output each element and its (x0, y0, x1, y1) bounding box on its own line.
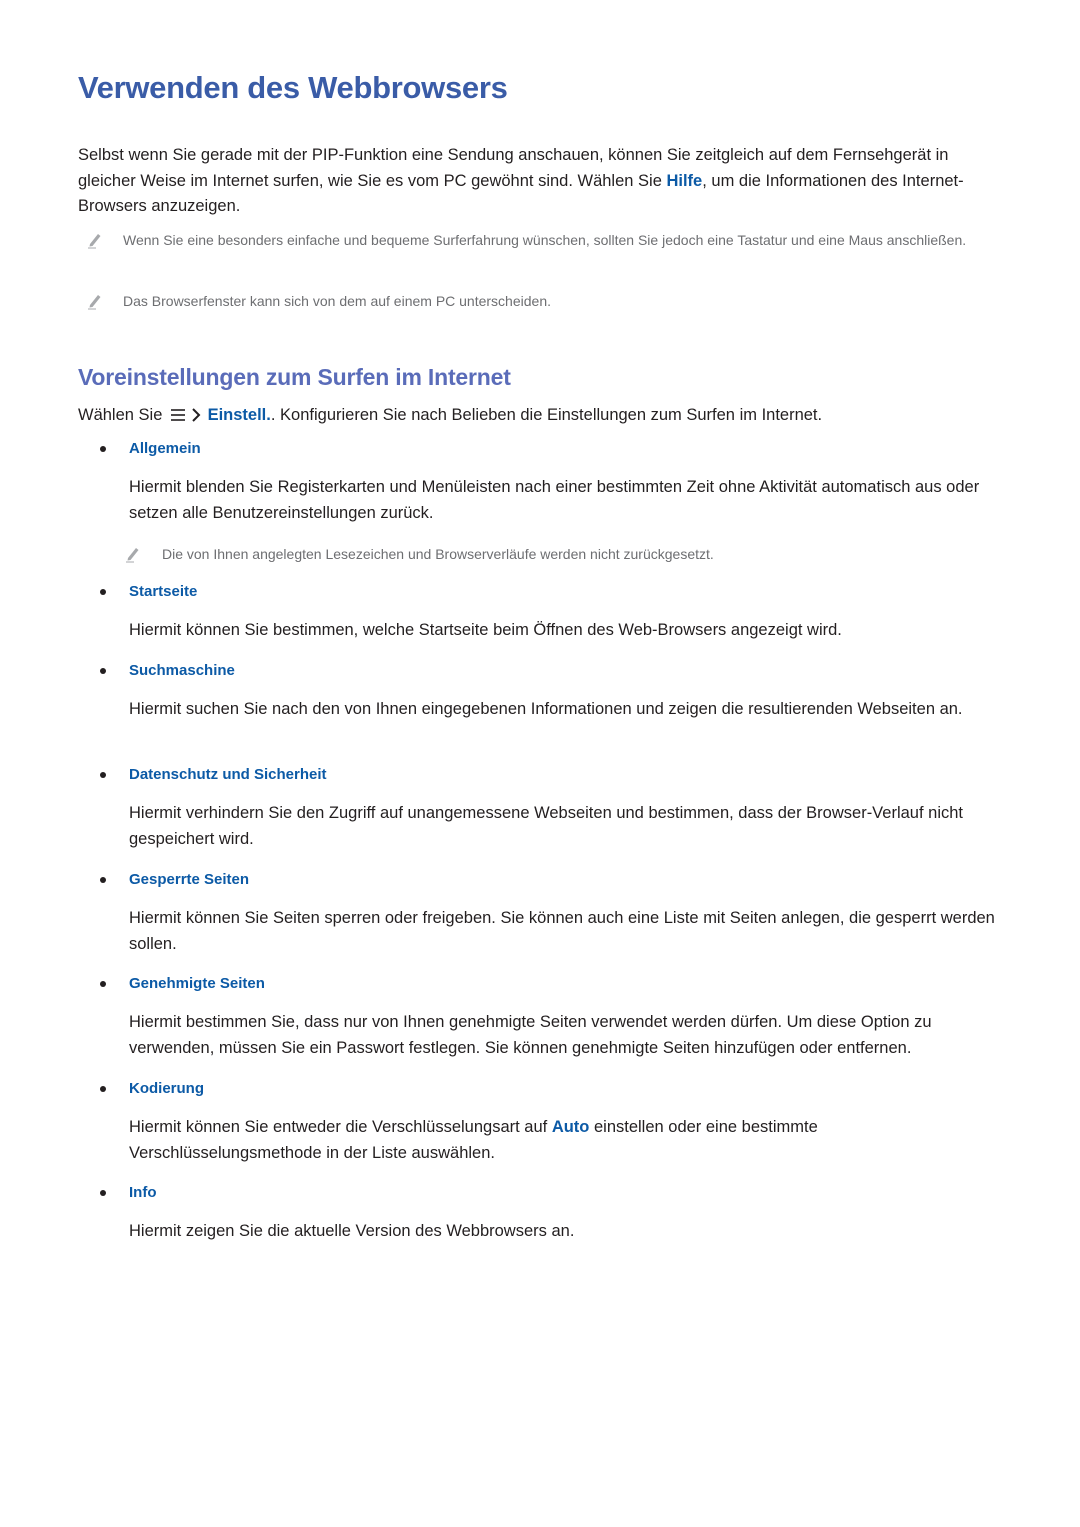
item-description: Hiermit blenden Sie Registerkarten und M… (129, 478, 980, 522)
intro-paragraph: Selbst wenn Sie gerade mit der PIP-Funkt… (78, 143, 1008, 220)
note-keyboard-mouse: Wenn Sie eine besonders einfache und beq… (78, 229, 1008, 273)
auto-link[interactable]: Auto (552, 1118, 590, 1136)
item-label[interactable]: Kodierung (129, 1077, 204, 1101)
item-label[interactable]: Allgemein (129, 437, 201, 461)
section-heading: Voreinstellungen zum Surfen im Internet (78, 364, 511, 390)
item-description: Hiermit können Sie entweder die Verschlü… (129, 1115, 1009, 1166)
desc-text-1: Hiermit können Sie entweder die Verschlü… (129, 1118, 552, 1136)
menu-icon (170, 409, 185, 421)
bullet-icon (100, 668, 106, 674)
bullet-icon (100, 877, 106, 883)
item-label[interactable]: Gesperrte Seiten (129, 868, 249, 892)
bullet-icon (100, 981, 106, 987)
pencil-icon (88, 295, 101, 310)
item-description: Hiermit verhindern Sie den Zugriff auf u… (129, 804, 963, 848)
bullet-icon (100, 1190, 106, 1196)
hilfe-link[interactable]: Hilfe (666, 172, 702, 190)
item-description: Hiermit zeigen Sie die aktuelle Version … (129, 1222, 575, 1240)
pencil-icon (126, 548, 139, 563)
note-text: Das Browserfenster kann sich von dem auf… (123, 293, 551, 309)
item-label[interactable]: Startseite (129, 580, 197, 604)
item-description: Hiermit können Sie Seiten sperren oder f… (129, 909, 995, 953)
item-label[interactable]: Info (129, 1181, 157, 1205)
bullet-icon (100, 1086, 106, 1092)
einstell-link[interactable]: Einstell. (208, 406, 271, 424)
settings-path: Wählen Sie Einstell.. Konfigurieren Sie … (78, 403, 1008, 428)
chevron-right-icon (192, 408, 201, 422)
item-description: Hiermit suchen Sie nach den von Ihnen ei… (129, 700, 963, 718)
note-text: Die von Ihnen angelegten Lesezeichen und… (162, 546, 714, 562)
note-browser-window: Das Browserfenster kann sich von dem auf… (78, 290, 1008, 312)
item-description: Hiermit können Sie bestimmen, welche Sta… (129, 621, 842, 639)
bullet-icon (100, 446, 106, 452)
item-label[interactable]: Suchmaschine (129, 659, 235, 683)
bullet-icon (100, 772, 106, 778)
item-label[interactable]: Genehmigte Seiten (129, 972, 265, 996)
choose-prefix: Wählen Sie (78, 406, 163, 424)
choose-suffix: . Konfigurieren Sie nach Belieben die Ei… (270, 406, 823, 424)
note-text: Wenn Sie eine besonders einfache und beq… (123, 232, 967, 248)
item-description: Hiermit bestimmen Sie, dass nur von Ihne… (129, 1013, 932, 1057)
item-label[interactable]: Datenschutz und Sicherheit (129, 763, 327, 787)
pencil-icon (88, 234, 101, 249)
bullet-icon (100, 589, 106, 595)
page-title: Verwenden des Webbrowsers (78, 70, 508, 105)
